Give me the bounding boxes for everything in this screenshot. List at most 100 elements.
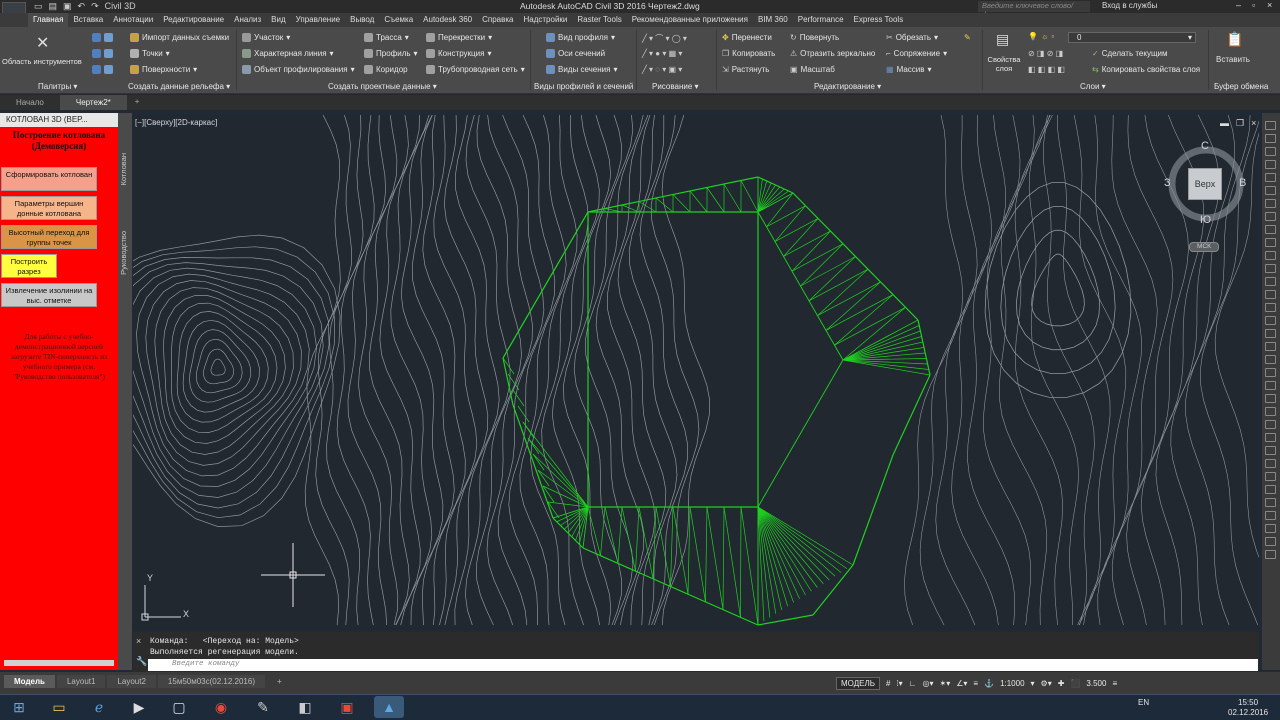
panel-label-draw[interactable]: Рисование ▾ (652, 82, 699, 91)
right-tool-icon[interactable] (1265, 511, 1276, 520)
view-cube[interactable]: С Ю З В Верх МСК (1164, 140, 1248, 258)
corridor-button[interactable]: Коридор (364, 65, 408, 74)
right-tool-icon[interactable] (1265, 147, 1276, 156)
rotate-button[interactable]: ↻ Повернуть (790, 33, 839, 42)
side-tab-guide[interactable]: Руководство (119, 231, 128, 275)
tab-model[interactable]: Модель (4, 675, 55, 688)
right-tool-icon[interactable] (1265, 290, 1276, 299)
ribbon-tab-0[interactable]: Главная (28, 13, 69, 27)
build-section-button[interactable]: Построить разрез (1, 254, 57, 278)
right-tool-icon[interactable] (1265, 420, 1276, 429)
tab-layout1[interactable]: Layout1 (56, 675, 106, 688)
command-settings-icon[interactable]: 🔧 (136, 656, 147, 667)
ribbon-tab-2[interactable]: Аннотации (108, 13, 158, 27)
layer-states-icons[interactable]: 💡 ☼ ▫ (1028, 32, 1054, 41)
right-tool-icon[interactable] (1265, 394, 1276, 403)
ortho-icon[interactable]: ∟ (909, 679, 917, 688)
ribbon-tab-15[interactable]: Performance (793, 13, 849, 27)
line-tools[interactable]: ╱ ▾ ⌒ ▾ ◯ ▾ (642, 33, 687, 44)
right-tool-icon[interactable] (1265, 550, 1276, 559)
civil3d-taskbar-icon[interactable]: ▲ (374, 696, 404, 718)
viewport-controls[interactable]: [−][Сверху][2D-каркас] (135, 118, 217, 127)
palette-icons-row2[interactable] (92, 49, 113, 58)
surfaces-button[interactable]: Поверхности ▾ (130, 65, 197, 74)
panel-label-design[interactable]: Создать проектные данные ▾ (328, 82, 437, 91)
right-tool-icon[interactable] (1265, 355, 1276, 364)
side-tab-pit[interactable]: Котлован (119, 153, 128, 186)
right-tool-icon[interactable] (1265, 212, 1276, 221)
scale-button[interactable]: ▣ Масштаб (790, 65, 835, 74)
login-button[interactable]: Вход в службы (1102, 1, 1157, 10)
layer-properties-icon[interactable]: ▤ (996, 31, 1009, 48)
polyline-tools[interactable]: ╱ ▾ ● ▾ ▦ ▾ (642, 49, 682, 58)
right-tool-icon[interactable] (1265, 186, 1276, 195)
ie-icon[interactable]: ℯ (84, 696, 114, 718)
right-tool-icon[interactable] (1265, 498, 1276, 507)
new-tab-icon[interactable]: + (127, 95, 148, 110)
compass-east[interactable]: В (1239, 177, 1246, 189)
minimize-icon[interactable]: – (1236, 0, 1241, 10)
ribbon-tab-3[interactable]: Редактирование (158, 13, 229, 27)
command-close-icon[interactable]: × (136, 636, 141, 646)
modify-extra-icons[interactable]: ✎ (964, 33, 971, 42)
clipboard-icon[interactable]: 📋 (1226, 31, 1243, 48)
ucs-menu[interactable]: МСК (1189, 242, 1219, 252)
compass-north[interactable]: С (1201, 140, 1209, 152)
start-icon[interactable]: ⊞ (4, 696, 34, 718)
points-button[interactable]: Точки ▾ (130, 49, 170, 58)
media-icon[interactable]: ▶ (124, 696, 154, 718)
layer-properties-button[interactable]: Свойства слоя (986, 55, 1022, 73)
layer-tools-row2[interactable]: ⊘ ◨ ⊘ ◨ (1028, 49, 1063, 58)
osnap-icon[interactable]: ✶▾ (940, 679, 951, 688)
assembly-button[interactable]: Конструкция ▾ (426, 49, 491, 58)
trim-button[interactable]: ✂ Обрезать ▾ (886, 33, 938, 42)
right-tool-icon[interactable] (1265, 160, 1276, 169)
chrome-icon[interactable]: ◉ (206, 696, 236, 718)
mirror-button[interactable]: ⚠ Отразить зеркально (790, 49, 875, 58)
ribbon-tab-4[interactable]: Анализ (229, 13, 266, 27)
tray-clock[interactable]: 15:50 02.12.2016 (1228, 698, 1268, 718)
view-cube-top-face[interactable]: Верх (1188, 168, 1222, 200)
palette-toggle-icons[interactable] (92, 33, 113, 42)
ribbon-tab-13[interactable]: Рекомендованные приложения (627, 13, 753, 27)
right-tool-icon[interactable] (1265, 121, 1276, 130)
close-icon[interactable]: × (1267, 0, 1272, 10)
right-tool-icon[interactable] (1265, 238, 1276, 247)
ribbon-tab-16[interactable]: Express Tools (849, 13, 909, 27)
open-icon[interactable]: ▤ (49, 1, 58, 12)
tab-layout3[interactable]: 15м50м03с(02.12.2016) (157, 675, 265, 688)
right-tool-icon[interactable] (1265, 407, 1276, 416)
import-survey-button[interactable]: Импорт данных съемки (130, 33, 229, 42)
extract-contour-button[interactable]: Извлечение изолинии на выс. отметке (1, 283, 97, 307)
right-tool-icon[interactable] (1265, 173, 1276, 182)
right-tool-icon[interactable] (1265, 446, 1276, 455)
new-icon[interactable]: ▭ (34, 1, 43, 12)
pipe-network-button[interactable]: Трубопроводная сеть ▾ (426, 65, 525, 74)
right-tool-icon[interactable] (1265, 433, 1276, 442)
tab-start[interactable]: Начало (0, 95, 60, 110)
ribbon-tab-10[interactable]: Справка (477, 13, 518, 27)
tab-drawing2[interactable]: Чертеж2* (59, 95, 127, 110)
tray-lang[interactable]: EN (1138, 698, 1149, 707)
add-layout-icon[interactable]: + (267, 675, 292, 688)
drawing-canvas[interactable]: Y X (133, 115, 1259, 630)
workspace-selector[interactable]: Civil 3D (105, 1, 136, 12)
viewport-minimize-icon[interactable]: ▬ (1220, 118, 1229, 129)
right-tool-icon[interactable] (1265, 199, 1276, 208)
form-pit-button[interactable]: Сформировать котлован (1, 167, 97, 191)
ribbon-tab-9[interactable]: Autodesk 360 (418, 13, 477, 27)
maximize-icon[interactable]: ▫ (1252, 0, 1255, 10)
right-tool-icon[interactable] (1265, 537, 1276, 546)
polar-icon[interactable]: ◎▾ (923, 679, 934, 688)
grading-button[interactable]: Объект профилирования ▾ (242, 65, 355, 74)
fillet-button[interactable]: ⌐ Сопряжение ▾ (886, 49, 947, 58)
panel-label-palettes[interactable]: Палитры ▾ (38, 82, 77, 91)
ribbon-tab-12[interactable]: Raster Tools (572, 13, 626, 27)
ribbon-tab-6[interactable]: Управление (291, 13, 345, 27)
right-tool-icon[interactable] (1265, 485, 1276, 494)
workspace-icon[interactable]: ⚙▾ (1041, 679, 1052, 688)
right-tool-icon[interactable] (1265, 225, 1276, 234)
right-tool-icon[interactable] (1265, 524, 1276, 533)
right-tool-icon[interactable] (1265, 329, 1276, 338)
profile-button[interactable]: Профиль ▾ (364, 49, 418, 58)
